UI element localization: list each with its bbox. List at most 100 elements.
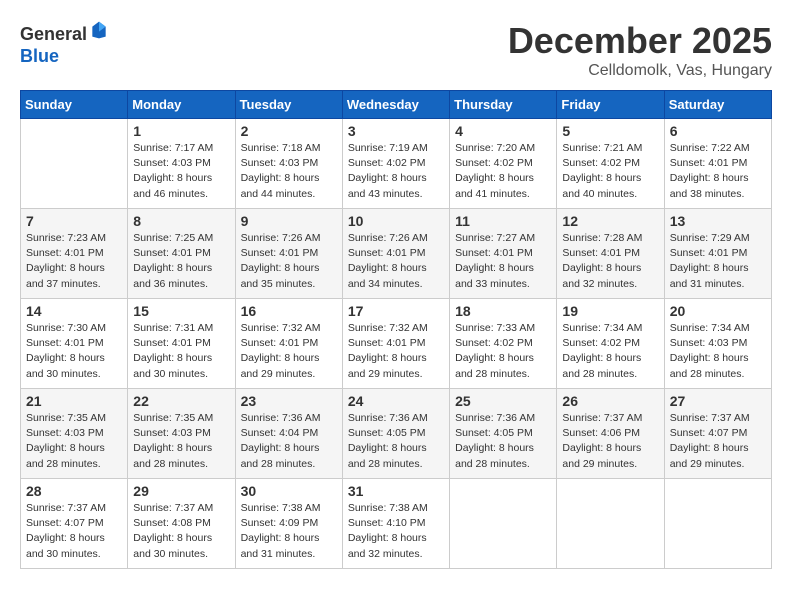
calendar-cell bbox=[664, 479, 771, 569]
day-info: Sunrise: 7:36 AMSunset: 4:05 PMDaylight:… bbox=[455, 411, 551, 472]
day-info: Sunrise: 7:37 AMSunset: 4:08 PMDaylight:… bbox=[133, 501, 229, 562]
calendar-cell: 26Sunrise: 7:37 AMSunset: 4:06 PMDayligh… bbox=[557, 389, 664, 479]
calendar-cell: 30 Sunrise: 7:38 AMSunset: 4:09 PMDayligh… bbox=[235, 479, 342, 569]
day-info: Sunrise: 7:36 AMSunset: 4:04 PMDaylight:… bbox=[241, 411, 337, 472]
calendar-cell: 16 Sunrise: 7:32 AMSunset: 4:01 PMDayligh… bbox=[235, 299, 342, 389]
day-info: Sunrise: 7:25 AMSunset: 4:01 PMDaylight:… bbox=[133, 231, 229, 292]
day-info: Sunrise: 7:33 AMSunset: 4:02 PMDaylight:… bbox=[455, 321, 551, 382]
day-number: 18 bbox=[455, 303, 551, 319]
calendar-cell: 29 Sunrise: 7:37 AMSunset: 4:08 PMDayligh… bbox=[128, 479, 235, 569]
calendar-cell: 14 Sunrise: 7:30 AMSunset: 4:01 PMDayligh… bbox=[21, 299, 128, 389]
day-info: Sunrise: 7:17 AMSunset: 4:03 PMDaylight:… bbox=[133, 141, 229, 202]
day-info: Sunrise: 7:34 AMSunset: 4:02 PMDaylight:… bbox=[562, 321, 658, 382]
day-info: Sunrise: 7:32 AMSunset: 4:01 PMDaylight:… bbox=[241, 321, 337, 382]
day-info: Sunrise: 7:35 AMSunset: 4:03 PMDaylight:… bbox=[133, 411, 229, 472]
day-number: 20 bbox=[670, 303, 766, 319]
calendar-cell: 7 Sunrise: 7:23 AMSunset: 4:01 PMDaylight… bbox=[21, 209, 128, 299]
day-info: Sunrise: 7:28 AMSunset: 4:01 PMDaylight:… bbox=[562, 231, 658, 292]
day-number: 29 bbox=[133, 483, 229, 499]
day-number: 22 bbox=[133, 393, 229, 409]
calendar-cell: 23Sunrise: 7:36 AMSunset: 4:04 PMDayligh… bbox=[235, 389, 342, 479]
calendar-cell bbox=[450, 479, 557, 569]
day-info: Sunrise: 7:21 AMSunset: 4:02 PMDaylight:… bbox=[562, 141, 658, 202]
calendar-cell: 9 Sunrise: 7:26 AMSunset: 4:01 PMDaylight… bbox=[235, 209, 342, 299]
day-number: 8 bbox=[133, 213, 229, 229]
page-header: General Blue December 2025 Celldomolk, V… bbox=[20, 20, 772, 80]
calendar-cell: 3 Sunrise: 7:19 AMSunset: 4:02 PMDaylight… bbox=[342, 119, 449, 209]
logo: General Blue bbox=[20, 20, 109, 67]
calendar-cell: 2 Sunrise: 7:18 AMSunset: 4:03 PMDaylight… bbox=[235, 119, 342, 209]
day-number: 24 bbox=[348, 393, 444, 409]
day-number: 4 bbox=[455, 123, 551, 139]
day-info: Sunrise: 7:30 AMSunset: 4:01 PMDaylight:… bbox=[26, 321, 122, 382]
day-info: Sunrise: 7:29 AMSunset: 4:01 PMDaylight:… bbox=[670, 231, 766, 292]
calendar-cell bbox=[21, 119, 128, 209]
title-block: December 2025 Celldomolk, Vas, Hungary bbox=[508, 20, 772, 80]
day-number: 11 bbox=[455, 213, 551, 229]
column-header-tuesday: Tuesday bbox=[235, 91, 342, 119]
logo-general: General bbox=[20, 24, 87, 44]
calendar-table: SundayMondayTuesdayWednesdayThursdayFrid… bbox=[20, 90, 772, 569]
day-number: 1 bbox=[133, 123, 229, 139]
day-number: 10 bbox=[348, 213, 444, 229]
day-info: Sunrise: 7:19 AMSunset: 4:02 PMDaylight:… bbox=[348, 141, 444, 202]
day-info: Sunrise: 7:38 AMSunset: 4:09 PMDaylight:… bbox=[241, 501, 337, 562]
day-info: Sunrise: 7:20 AMSunset: 4:02 PMDaylight:… bbox=[455, 141, 551, 202]
day-number: 30 bbox=[241, 483, 337, 499]
day-number: 21 bbox=[26, 393, 122, 409]
day-number: 5 bbox=[562, 123, 658, 139]
calendar-header-row: SundayMondayTuesdayWednesdayThursdayFrid… bbox=[21, 91, 772, 119]
calendar-cell: 1 Sunrise: 7:17 AMSunset: 4:03 PMDaylight… bbox=[128, 119, 235, 209]
calendar-week-4: 21 Sunrise: 7:35 AMSunset: 4:03 PMDayligh… bbox=[21, 389, 772, 479]
day-number: 7 bbox=[26, 213, 122, 229]
calendar-cell: 24 Sunrise: 7:36 AMSunset: 4:05 PMDayligh… bbox=[342, 389, 449, 479]
column-header-saturday: Saturday bbox=[664, 91, 771, 119]
day-number: 27 bbox=[670, 393, 766, 409]
day-info: Sunrise: 7:32 AMSunset: 4:01 PMDaylight:… bbox=[348, 321, 444, 382]
day-number: 2 bbox=[241, 123, 337, 139]
day-info: Sunrise: 7:23 AMSunset: 4:01 PMDaylight:… bbox=[26, 231, 122, 292]
column-header-wednesday: Wednesday bbox=[342, 91, 449, 119]
calendar-cell: 31 Sunrise: 7:38 AMSunset: 4:10 PMDayligh… bbox=[342, 479, 449, 569]
day-number: 19 bbox=[562, 303, 658, 319]
day-number: 31 bbox=[348, 483, 444, 499]
calendar-cell: 13 Sunrise: 7:29 AMSunset: 4:01 PMDayligh… bbox=[664, 209, 771, 299]
day-info: Sunrise: 7:26 AMSunset: 4:01 PMDaylight:… bbox=[241, 231, 337, 292]
calendar-cell: 15Sunrise: 7:31 AMSunset: 4:01 PMDayligh… bbox=[128, 299, 235, 389]
calendar-cell: 12 Sunrise: 7:28 AMSunset: 4:01 PMDayligh… bbox=[557, 209, 664, 299]
calendar-cell: 6Sunrise: 7:22 AMSunset: 4:01 PMDaylight… bbox=[664, 119, 771, 209]
calendar-cell: 22 Sunrise: 7:35 AMSunset: 4:03 PMDayligh… bbox=[128, 389, 235, 479]
day-number: 3 bbox=[348, 123, 444, 139]
day-info: Sunrise: 7:36 AMSunset: 4:05 PMDaylight:… bbox=[348, 411, 444, 472]
day-number: 13 bbox=[670, 213, 766, 229]
calendar-body: 1 Sunrise: 7:17 AMSunset: 4:03 PMDaylight… bbox=[21, 119, 772, 569]
day-info: Sunrise: 7:26 AMSunset: 4:01 PMDaylight:… bbox=[348, 231, 444, 292]
calendar-cell: 21 Sunrise: 7:35 AMSunset: 4:03 PMDayligh… bbox=[21, 389, 128, 479]
calendar-cell: 28Sunrise: 7:37 AMSunset: 4:07 PMDayligh… bbox=[21, 479, 128, 569]
day-info: Sunrise: 7:38 AMSunset: 4:10 PMDaylight:… bbox=[348, 501, 444, 562]
day-info: Sunrise: 7:18 AMSunset: 4:03 PMDaylight:… bbox=[241, 141, 337, 202]
day-info: Sunrise: 7:37 AMSunset: 4:07 PMDaylight:… bbox=[670, 411, 766, 472]
calendar-week-2: 7 Sunrise: 7:23 AMSunset: 4:01 PMDaylight… bbox=[21, 209, 772, 299]
calendar-cell: 27 Sunrise: 7:37 AMSunset: 4:07 PMDayligh… bbox=[664, 389, 771, 479]
calendar-cell: 11 Sunrise: 7:27 AMSunset: 4:01 PMDayligh… bbox=[450, 209, 557, 299]
calendar-cell: 20Sunrise: 7:34 AMSunset: 4:03 PMDayligh… bbox=[664, 299, 771, 389]
day-info: Sunrise: 7:27 AMSunset: 4:01 PMDaylight:… bbox=[455, 231, 551, 292]
day-number: 16 bbox=[241, 303, 337, 319]
calendar-cell: 17 Sunrise: 7:32 AMSunset: 4:01 PMDayligh… bbox=[342, 299, 449, 389]
calendar-cell bbox=[557, 479, 664, 569]
location-title: Celldomolk, Vas, Hungary bbox=[508, 62, 772, 80]
calendar-cell: 10 Sunrise: 7:26 AMSunset: 4:01 PMDayligh… bbox=[342, 209, 449, 299]
calendar-cell: 25Sunrise: 7:36 AMSunset: 4:05 PMDayligh… bbox=[450, 389, 557, 479]
calendar-cell: 5 Sunrise: 7:21 AMSunset: 4:02 PMDaylight… bbox=[557, 119, 664, 209]
calendar-week-5: 28Sunrise: 7:37 AMSunset: 4:07 PMDayligh… bbox=[21, 479, 772, 569]
day-number: 14 bbox=[26, 303, 122, 319]
day-number: 12 bbox=[562, 213, 658, 229]
column-header-thursday: Thursday bbox=[450, 91, 557, 119]
day-number: 9 bbox=[241, 213, 337, 229]
day-info: Sunrise: 7:35 AMSunset: 4:03 PMDaylight:… bbox=[26, 411, 122, 472]
month-title: December 2025 bbox=[508, 20, 772, 62]
day-info: Sunrise: 7:31 AMSunset: 4:01 PMDaylight:… bbox=[133, 321, 229, 382]
logo-blue: Blue bbox=[20, 46, 59, 66]
day-number: 17 bbox=[348, 303, 444, 319]
